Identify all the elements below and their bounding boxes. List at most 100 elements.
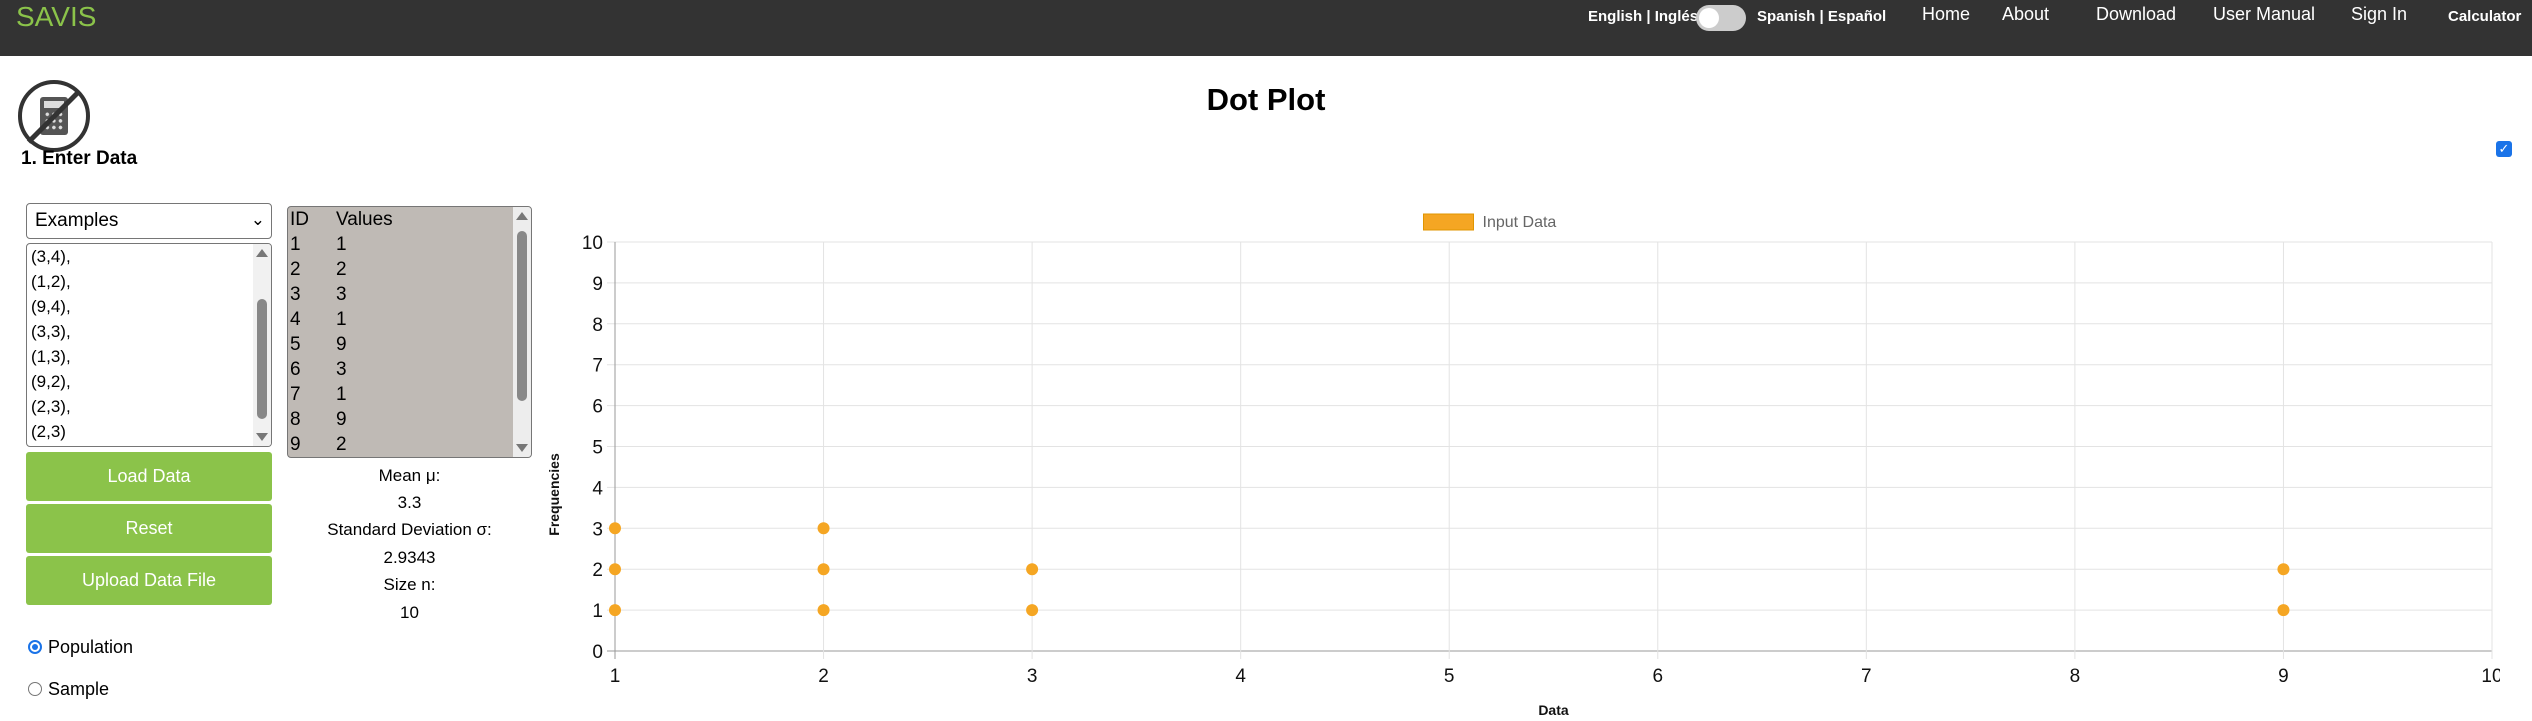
y-tick-label: 6: [592, 397, 603, 418]
cell-id: 8: [290, 409, 301, 430]
cell-value: 1: [336, 384, 347, 405]
cell-id: 7: [290, 384, 301, 405]
population-label: Population: [48, 637, 134, 657]
cell-id: 3: [290, 284, 301, 305]
nav-calculator[interactable]: Calculator: [2448, 8, 2521, 25]
y-tick-label: 5: [592, 438, 603, 459]
y-tick-label: 9: [592, 274, 603, 295]
table-row: 59: [288, 332, 531, 357]
y-tick-label: 4: [592, 478, 603, 499]
sample-radio[interactable]: [28, 682, 42, 696]
sd-value: 2.9343: [383, 548, 436, 567]
data-point[interactable]: [1026, 563, 1039, 576]
input-line: (1,2),: [31, 272, 71, 291]
y-tick-label: 7: [592, 356, 603, 377]
legend-swatch: [1423, 213, 1474, 231]
sample-option[interactable]: Sample: [28, 679, 109, 700]
data-point[interactable]: [2277, 563, 2290, 576]
spanish-label[interactable]: Spanish | Español: [1757, 8, 1886, 25]
cell-value: 3: [336, 359, 347, 380]
input-line: (2,3),: [31, 397, 71, 416]
nav-sign-in[interactable]: Sign In: [2351, 4, 2407, 25]
cell-value: 3: [336, 284, 347, 305]
y-tick-label: 2: [592, 560, 603, 581]
chart-options-checkbox[interactable]: ✓: [2496, 141, 2512, 157]
data-point[interactable]: [1026, 604, 1039, 617]
page-title: Dot Plot: [1206, 82, 1326, 117]
scroll-down-icon[interactable]: [516, 444, 528, 452]
data-point[interactable]: [609, 522, 621, 535]
mean-label: Mean μ:: [378, 466, 441, 485]
data-point[interactable]: [609, 563, 621, 576]
x-axis-title: Data: [1538, 702, 1569, 718]
examples-select-value: Examples: [35, 210, 119, 231]
top-navbar: SAVIS English | Inglés Spanish | Español…: [0, 0, 2532, 56]
cell-id: 1: [290, 234, 301, 255]
nav-home[interactable]: Home: [1922, 4, 1970, 25]
data-input-textarea[interactable]: (3,4), (1,2), (9,4), (3,3), (1,3), (9,2)…: [26, 243, 272, 447]
cell-id: 4: [290, 309, 301, 330]
scroll-down-icon[interactable]: [256, 433, 268, 441]
data-point[interactable]: [817, 563, 830, 576]
x-tick-label: 6: [1652, 666, 1663, 687]
table-row: 22: [288, 257, 531, 282]
population-radio[interactable]: [28, 640, 42, 654]
chevron-down-icon: ⌄: [250, 210, 265, 229]
table-body: 112233415963718992: [288, 232, 531, 457]
load-data-button[interactable]: Load Data: [26, 452, 272, 501]
nav-user-manual[interactable]: User Manual: [2213, 4, 2315, 25]
input-line: (9,2),: [31, 372, 71, 391]
table-row: 63: [288, 357, 531, 382]
sample-label: Sample: [48, 679, 110, 699]
y-tick-label: 10: [582, 233, 603, 254]
table-scrollbar[interactable]: [513, 207, 531, 457]
enter-data-heading: 1. Enter Data: [21, 148, 138, 169]
table-row: 11: [288, 232, 531, 257]
size-value: 10: [400, 603, 419, 622]
cell-id: 9: [290, 434, 301, 455]
data-point[interactable]: [2277, 604, 2290, 617]
scroll-thumb[interactable]: [517, 231, 527, 401]
population-option[interactable]: Population: [28, 637, 133, 658]
table-header: ID Values: [288, 207, 531, 232]
data-point[interactable]: [817, 604, 830, 617]
cell-value: 9: [336, 409, 347, 430]
x-tick-label: 3: [1027, 666, 1038, 687]
language-toggle[interactable]: [1696, 5, 1746, 31]
english-label[interactable]: English | Inglés: [1588, 8, 1698, 25]
data-point[interactable]: [817, 522, 830, 535]
cell-value: 1: [336, 234, 347, 255]
data-point[interactable]: [609, 604, 621, 617]
nav-about[interactable]: About: [2002, 4, 2049, 25]
cell-value: 9: [336, 334, 347, 355]
sd-label: Standard Deviation σ:: [327, 520, 492, 539]
scroll-up-icon[interactable]: [256, 249, 268, 257]
x-tick-label: 9: [2278, 666, 2289, 687]
size-label: Size n:: [383, 575, 436, 594]
brand-logo[interactable]: SAVIS: [16, 0, 96, 34]
input-line: (1,3),: [31, 347, 71, 366]
table-row: 71: [288, 382, 531, 407]
examples-select[interactable]: Examples ⌄: [26, 203, 272, 239]
cell-id: 6: [290, 359, 301, 380]
x-tick-label: 4: [1235, 666, 1246, 687]
mean-value: 3.3: [397, 493, 422, 512]
cell-value: 2: [336, 259, 347, 280]
input-line: (3,3),: [31, 322, 71, 341]
cell-id: 2: [290, 259, 301, 280]
y-tick-label: 3: [592, 519, 603, 540]
scroll-thumb[interactable]: [257, 299, 267, 419]
upload-data-file-button[interactable]: Upload Data File: [26, 556, 272, 605]
x-tick-label: 10: [2481, 666, 2500, 687]
dot-plot-chart: 012345678910 1 2 3 4 5 6 7 8 9 10 Input Data Data…: [546, 213, 2500, 718]
reset-button[interactable]: Reset: [26, 504, 272, 553]
cell-value: 2: [336, 434, 347, 455]
data-table[interactable]: ID Values 112233415963718992: [287, 206, 532, 458]
scroll-up-icon[interactable]: [516, 212, 528, 220]
x-tick-label: 2: [818, 666, 829, 687]
textarea-scrollbar[interactable]: [253, 244, 271, 446]
legend-label[interactable]: Input Data: [1483, 214, 1557, 231]
nav-download[interactable]: Download: [2096, 4, 2176, 25]
y-axis-title: Frequencies: [546, 453, 562, 536]
header-values: Values: [336, 209, 393, 230]
